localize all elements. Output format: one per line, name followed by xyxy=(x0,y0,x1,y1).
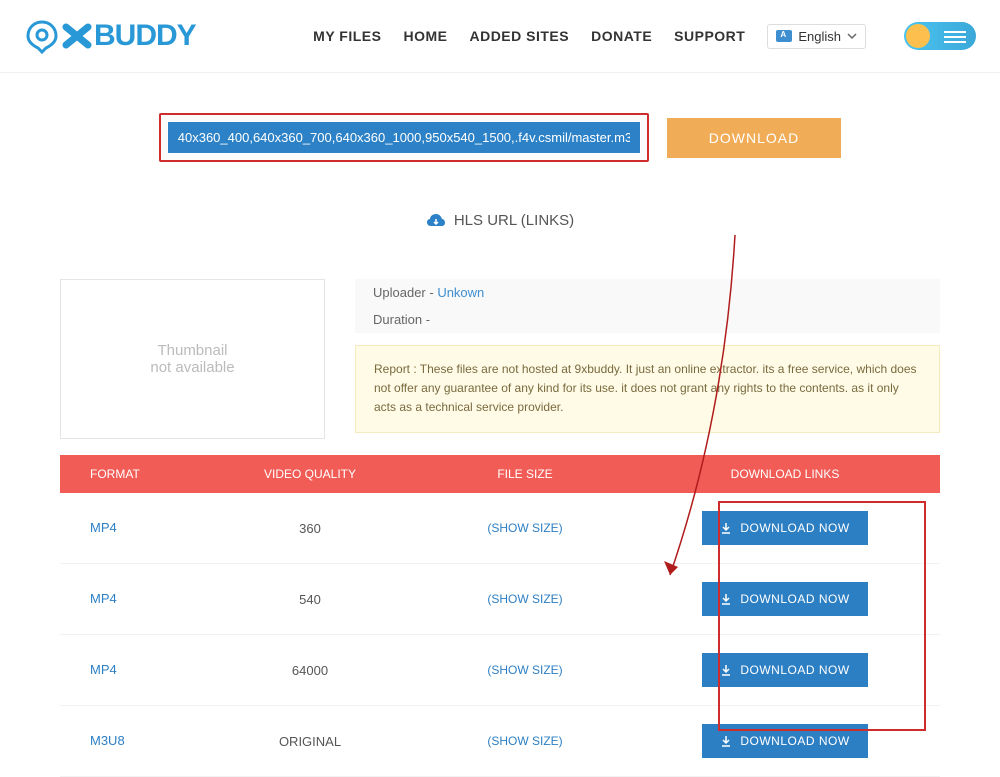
menu-lines-icon xyxy=(944,31,966,46)
nav-added-sites[interactable]: ADDED SITES xyxy=(469,28,569,44)
download-now-label: DOWNLOAD NOW xyxy=(740,521,849,535)
sun-icon xyxy=(906,24,930,48)
download-now-button[interactable]: DOWNLOAD NOW xyxy=(702,511,867,545)
download-now-label: DOWNLOAD NOW xyxy=(740,592,849,606)
format-link[interactable]: MP4 xyxy=(90,662,117,677)
format-link[interactable]: MP4 xyxy=(90,591,117,606)
logo-mark-icon xyxy=(24,18,60,54)
logo[interactable]: BUDDY xyxy=(24,18,196,54)
download-now-label: DOWNLOAD NOW xyxy=(740,663,849,677)
header-quality: VIDEO QUALITY xyxy=(200,467,420,481)
logo-text: BUDDY xyxy=(94,19,196,53)
url-input[interactable] xyxy=(167,121,641,154)
content-row: Thumbnail not available Uploader - Unkow… xyxy=(60,279,940,439)
nav-home[interactable]: HOME xyxy=(403,28,447,44)
nav-my-files[interactable]: MY FILES xyxy=(313,28,381,44)
download-now-button[interactable]: DOWNLOAD NOW xyxy=(702,724,867,758)
show-size-link[interactable]: (SHOW SIZE) xyxy=(487,663,562,677)
theme-toggle[interactable] xyxy=(904,22,976,50)
duration-label: Duration - xyxy=(373,312,430,327)
chevron-down-icon xyxy=(847,31,857,41)
section-title-text: HLS URL (LINKS) xyxy=(454,212,574,229)
download-now-button[interactable]: DOWNLOAD NOW xyxy=(702,582,867,616)
url-row: DOWNLOAD xyxy=(60,113,940,162)
language-select[interactable]: English xyxy=(767,24,866,49)
main-content: DOWNLOAD HLS URL (LINKS) Thumbnail not a… xyxy=(0,73,1000,777)
header-format: FORMAT xyxy=(60,467,200,481)
format-link[interactable]: M3U8 xyxy=(90,733,125,748)
download-now-label: DOWNLOAD NOW xyxy=(740,734,849,748)
show-size-link[interactable]: (SHOW SIZE) xyxy=(487,521,562,535)
url-input-box xyxy=(159,113,649,162)
quality-value: 360 xyxy=(200,521,420,536)
header: BUDDY MY FILES HOME ADDED SITES DONATE S… xyxy=(0,0,1000,73)
nav-support[interactable]: SUPPORT xyxy=(674,28,745,44)
download-arrow-icon xyxy=(720,593,732,605)
download-now-button[interactable]: DOWNLOAD NOW xyxy=(702,653,867,687)
cloud-download-icon xyxy=(426,213,446,229)
uploader-line: Uploader - Unkown xyxy=(355,279,940,306)
uploader-link[interactable]: Unkown xyxy=(437,285,484,300)
report-box: Report : These files are not hosted at 9… xyxy=(355,345,940,433)
header-size: FILE SIZE xyxy=(420,467,630,481)
language-label: English xyxy=(798,29,841,44)
format-link[interactable]: MP4 xyxy=(90,520,117,535)
table-body: MP4 360 (SHOW SIZE) DOWNLOAD NOW MP4 540… xyxy=(60,493,940,777)
table-row: MP4 64000 (SHOW SIZE) DOWNLOAD NOW xyxy=(60,635,940,706)
quality-value: 540 xyxy=(200,592,420,607)
show-size-link[interactable]: (SHOW SIZE) xyxy=(487,592,562,606)
uploader-label: Uploader - xyxy=(373,285,437,300)
info-column: Uploader - Unkown Duration - Report : Th… xyxy=(355,279,940,439)
thumbnail-placeholder: Thumbnail not available xyxy=(60,279,325,439)
table-row: M3U8 ORIGINAL (SHOW SIZE) DOWNLOAD NOW xyxy=(60,706,940,777)
thumbnail-text2: not available xyxy=(150,359,234,376)
header-links: DOWNLOAD LINKS xyxy=(630,467,940,481)
translate-icon xyxy=(776,30,792,42)
download-arrow-icon xyxy=(720,522,732,534)
table-row: MP4 360 (SHOW SIZE) DOWNLOAD NOW xyxy=(60,493,940,564)
quality-value: ORIGINAL xyxy=(200,734,420,749)
download-arrow-icon xyxy=(720,735,732,747)
top-nav: MY FILES HOME ADDED SITES DONATE SUPPORT… xyxy=(313,22,976,50)
quality-value: 64000 xyxy=(200,663,420,678)
download-button[interactable]: DOWNLOAD xyxy=(667,118,841,158)
nav-donate[interactable]: DONATE xyxy=(591,28,652,44)
logo-x-icon xyxy=(62,21,92,51)
download-arrow-icon xyxy=(720,664,732,676)
table-row: MP4 540 (SHOW SIZE) DOWNLOAD NOW xyxy=(60,564,940,635)
duration-line: Duration - xyxy=(355,306,940,333)
thumbnail-text1: Thumbnail xyxy=(157,342,227,359)
section-title: HLS URL (LINKS) xyxy=(60,212,940,229)
show-size-link[interactable]: (SHOW SIZE) xyxy=(487,734,562,748)
table-header: FORMAT VIDEO QUALITY FILE SIZE DOWNLOAD … xyxy=(60,455,940,493)
